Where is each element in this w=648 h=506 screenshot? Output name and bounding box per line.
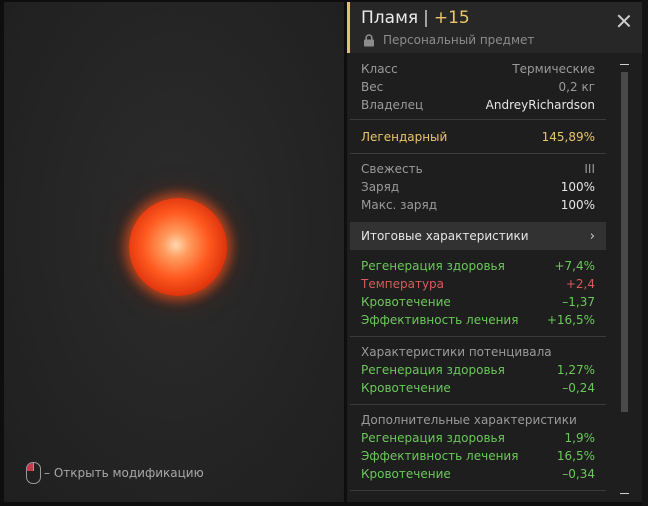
personal-item-label: Персональный предмет <box>383 33 535 47</box>
summary-stats-button[interactable]: Итоговые характеристики › <box>350 222 606 250</box>
stat-row: Кровотечение –0,34 <box>361 467 595 481</box>
lock-icon <box>364 33 374 46</box>
additional-section: Дополнительные характеристики Регенераци… <box>350 411 606 483</box>
stat-row: Эффективность лечения +16,5% <box>361 313 595 327</box>
divider <box>350 119 606 120</box>
info-section: Класс Термические Вес 0,2 кг Владелец Andre… <box>350 60 606 114</box>
rarity-row: Легендарный 145,89% <box>361 130 595 144</box>
item-details-panel: Пламя | +15 Персональный предмет Класс Терм… <box>347 2 642 502</box>
item-header: Пламя | +15 Персональный предмет <box>347 2 642 53</box>
info-row-owner: Владелец AndreyRichardson <box>361 98 595 112</box>
potential-section: Характеристики потенцивала Регенерация з… <box>350 343 606 397</box>
divider <box>350 490 606 491</box>
condition-row-freshness: Свежесть III <box>361 162 595 176</box>
artifact-image[interactable] <box>129 198 227 296</box>
background-edge <box>642 0 648 506</box>
stat-row: Регенерация здоровья 1,27% <box>361 363 595 377</box>
summary-stats-label: Итоговые характеристики <box>361 229 529 243</box>
rarity-section: Легендарный 145,89% <box>350 128 606 146</box>
item-subtitle: Персональный предмет <box>363 33 534 47</box>
item-3d-viewer[interactable]: – Открыть модификацию <box>4 2 344 502</box>
item-inspect-window: – Открыть модификацию Пламя | +15 Персонал… <box>0 0 648 506</box>
open-modification-hint: – Открыть модификацию <box>26 462 204 484</box>
scrollbar-thumb[interactable] <box>621 72 628 412</box>
hint-text: – Открыть модификацию <box>44 466 204 480</box>
item-upgrade-level: +15 <box>433 8 470 28</box>
condition-section: Свежесть III Заряд 100% Макс. заряд 100% <box>350 160 606 214</box>
title-separator: | <box>423 8 429 28</box>
main-stats-section: Регенерация здоровья +7,4% Температура +2,… <box>350 257 606 329</box>
chevron-right-icon: › <box>589 228 595 244</box>
stat-row: Кровотечение –1,37 <box>361 295 595 309</box>
item-name: Пламя <box>361 8 419 28</box>
stat-row: Регенерация здоровья +7,4% <box>361 259 595 273</box>
divider <box>350 404 606 405</box>
info-row-weight: Вес 0,2 кг <box>361 80 595 94</box>
stat-row: Эффективность лечения 16,5% <box>361 449 595 463</box>
condition-row-charge: Заряд 100% <box>361 180 595 194</box>
additional-title: Дополнительные характеристики <box>361 413 577 427</box>
stat-row: Кровотечение –0,24 <box>361 381 595 395</box>
divider <box>350 336 606 337</box>
close-icon[interactable] <box>617 14 631 28</box>
scrollbar-cap <box>620 64 629 65</box>
scrollbar[interactable] <box>620 64 629 494</box>
item-title: Пламя | +15 <box>361 8 470 28</box>
info-row-class: Класс Термические <box>361 62 595 76</box>
mouse-left-click-icon <box>26 462 41 484</box>
stat-row: Температура +2,4 <box>361 277 595 291</box>
divider <box>350 153 606 154</box>
stat-row: Регенерация здоровья 1,9% <box>361 431 595 445</box>
potential-title: Характеристики потенцивала <box>361 345 552 359</box>
scrollbar-cap <box>620 493 629 494</box>
condition-row-max-charge: Макс. заряд 100% <box>361 198 595 212</box>
